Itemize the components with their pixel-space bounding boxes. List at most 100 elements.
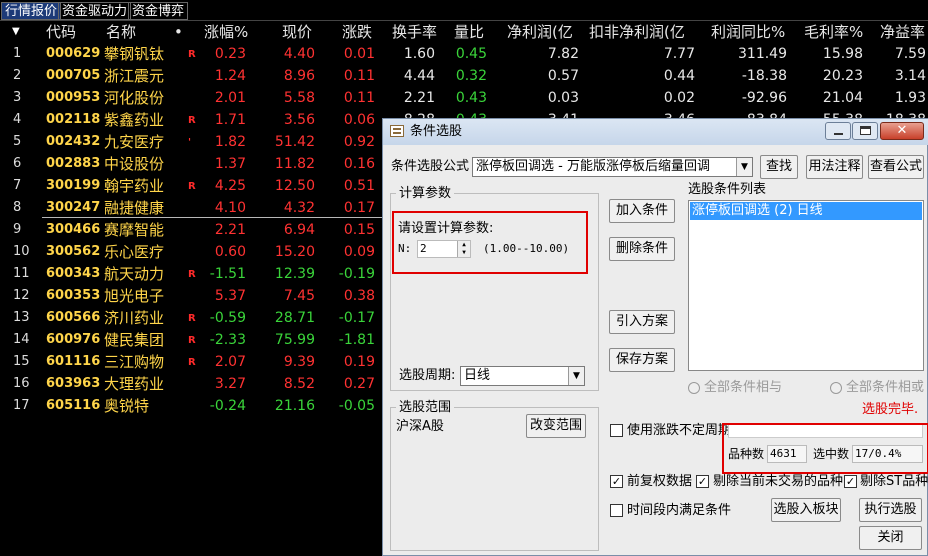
col-code[interactable]: 代码 bbox=[46, 21, 76, 43]
deducted-profit: 0.44 bbox=[663, 68, 695, 84]
row-index: 16 bbox=[13, 376, 30, 391]
stock-name: 乐心医疗 bbox=[104, 243, 165, 261]
stock-name: 旭光电子 bbox=[104, 287, 165, 305]
uncertain-period-checkbox[interactable] bbox=[610, 424, 623, 437]
col-deducted-profit[interactable]: 扣非净利润(亿 bbox=[589, 21, 685, 43]
tab-fund-game[interactable]: 资金博弈 bbox=[128, 2, 189, 20]
minimize-button[interactable] bbox=[825, 122, 851, 140]
stock-name: 三江购物 bbox=[104, 353, 165, 371]
margin-flag: R bbox=[188, 357, 196, 368]
change-scope-button[interactable]: 改变范围 bbox=[526, 414, 586, 438]
price: 4.32 bbox=[283, 200, 315, 216]
change-pct: 3.27 bbox=[214, 376, 246, 392]
import-plan-button[interactable]: 引入方案 bbox=[609, 310, 675, 334]
col-net-profit[interactable]: 净利润(亿 bbox=[507, 21, 573, 43]
stock-name: 大理药业 bbox=[104, 375, 165, 393]
execute-button[interactable]: 执行选股 bbox=[859, 498, 922, 522]
add-condition-button[interactable]: 加入条件 bbox=[609, 199, 675, 223]
radio-or[interactable] bbox=[830, 382, 842, 394]
close-button[interactable]: 关闭 bbox=[859, 526, 922, 550]
row-index: 13 bbox=[13, 310, 30, 325]
col-dot[interactable]: • bbox=[174, 21, 183, 43]
stock-name: 中设股份 bbox=[104, 155, 165, 173]
to-block-button[interactable]: 选股入板块 bbox=[771, 498, 841, 522]
profit-yoy: -92.96 bbox=[741, 90, 787, 106]
col-name[interactable]: 名称 bbox=[106, 21, 136, 43]
roe: 1.93 bbox=[894, 90, 926, 106]
sort-arrow-icon[interactable]: ▼ bbox=[12, 21, 20, 43]
maximize-icon bbox=[860, 126, 871, 135]
period-all-checkbox[interactable] bbox=[610, 504, 623, 517]
delete-condition-button[interactable]: 删除条件 bbox=[609, 237, 675, 261]
margin-flag: R bbox=[188, 313, 196, 324]
price: 51.42 bbox=[274, 134, 315, 150]
col-change[interactable]: 涨跌 bbox=[342, 21, 372, 43]
change: 0.27 bbox=[343, 376, 375, 392]
change: 0.19 bbox=[343, 354, 375, 370]
price: 75.99 bbox=[274, 332, 315, 348]
change: 0.11 bbox=[343, 68, 375, 84]
find-button[interactable]: 查找 bbox=[760, 155, 798, 179]
roe: 7.59 bbox=[894, 46, 926, 62]
maximize-button[interactable] bbox=[852, 122, 878, 140]
table-row[interactable]: 3 000953 河化股份 2.01 5.58 0.11 2.21 0.43 0.03 0.02 -… bbox=[0, 87, 928, 109]
stock-code: 603963 bbox=[46, 376, 101, 391]
usage-notes-button[interactable]: 用法注释 bbox=[806, 155, 863, 179]
chevron-down-icon: ▼ bbox=[568, 367, 584, 385]
gross-margin: 15.98 bbox=[822, 46, 863, 62]
gross-margin: 21.04 bbox=[822, 90, 863, 106]
price: 21.16 bbox=[274, 398, 315, 414]
col-pct[interactable]: 涨幅% bbox=[204, 21, 248, 43]
change: 0.11 bbox=[343, 90, 375, 106]
price: 12.50 bbox=[274, 178, 315, 194]
formula-select-value: 涨停板回调选 - 万能版涨停板后缩量回调 bbox=[476, 159, 710, 174]
stock-code: 002883 bbox=[46, 156, 101, 171]
change-pct: 4.10 bbox=[214, 200, 246, 216]
condition-list[interactable]: 涨停板回调选 (2) 日线 bbox=[688, 200, 924, 371]
row-index: 14 bbox=[13, 332, 30, 347]
stock-code: 002432 bbox=[46, 134, 101, 149]
stock-name: 翰宇药业 bbox=[104, 177, 165, 195]
change: 0.51 bbox=[343, 178, 375, 194]
row-4-roe: 18.38 bbox=[870, 109, 926, 118]
dialog-titlebar[interactable]: 条件选股 ✕ bbox=[383, 119, 928, 145]
close-window-button[interactable]: ✕ bbox=[880, 122, 924, 140]
margin-flag: R bbox=[188, 269, 196, 280]
col-price[interactable]: 现价 bbox=[282, 21, 312, 43]
formula-select[interactable]: 涨停板回调选 - 万能版涨停板后缩量回调 ▼ bbox=[472, 157, 753, 177]
stock-code: 601116 bbox=[46, 354, 101, 369]
change-pct: 2.07 bbox=[214, 354, 246, 370]
col-gross-margin[interactable]: 毛利率% bbox=[804, 21, 863, 43]
col-profit-yoy[interactable]: 利润同比% bbox=[711, 21, 785, 43]
period-label: 选股周期: bbox=[399, 368, 456, 383]
exclude-untraded-checkbox[interactable]: ✓ bbox=[696, 475, 709, 488]
margin-flag: R bbox=[188, 181, 196, 192]
view-formula-button[interactable]: 查看公式 bbox=[868, 155, 924, 179]
save-plan-button[interactable]: 保存方案 bbox=[609, 348, 675, 372]
net-profit: 0.03 bbox=[547, 90, 579, 106]
table-row[interactable]: 2 000705 浙江震元 1.24 8.96 0.11 4.44 0.32 0.57 0.44 -… bbox=[0, 65, 928, 87]
row-4-gm: 55.38 bbox=[800, 109, 863, 118]
tab-fund-drive[interactable]: 资金驱动力 bbox=[58, 2, 132, 20]
tab-quotes[interactable]: 行情报价 bbox=[1, 2, 62, 20]
col-volume-ratio[interactable]: 量比 bbox=[454, 21, 484, 43]
exclude-st-checkbox[interactable]: ✓ bbox=[844, 475, 857, 488]
col-turnover[interactable]: 换手率 bbox=[392, 21, 437, 43]
row-4-np: 3.41 bbox=[520, 109, 579, 118]
chevron-down-icon: ▼ bbox=[736, 158, 752, 176]
row-index: 15 bbox=[13, 354, 30, 369]
change: 0.09 bbox=[343, 244, 375, 260]
period-select[interactable]: 日线 ▼ bbox=[460, 366, 585, 386]
table-row[interactable]: 1 000629 攀钢钒钛 R 0.23 4.40 0.01 1.60 0.45 7.82 7.77… bbox=[0, 43, 928, 65]
margin-flag: ' bbox=[188, 137, 192, 148]
col-roe[interactable]: 净益率 bbox=[880, 21, 925, 43]
price: 4.40 bbox=[283, 46, 315, 62]
change-pct: 1.24 bbox=[214, 68, 246, 84]
condition-list-item[interactable]: 涨停板回调选 (2) 日线 bbox=[690, 202, 922, 220]
params-group-label: 计算参数 bbox=[396, 185, 455, 203]
radio-and[interactable] bbox=[688, 382, 700, 394]
fq-checkbox[interactable]: ✓ bbox=[610, 475, 623, 488]
change-pct: -2.33 bbox=[209, 332, 246, 348]
stock-name: 河化股份 bbox=[104, 89, 165, 107]
row-index: 9 bbox=[13, 222, 22, 237]
